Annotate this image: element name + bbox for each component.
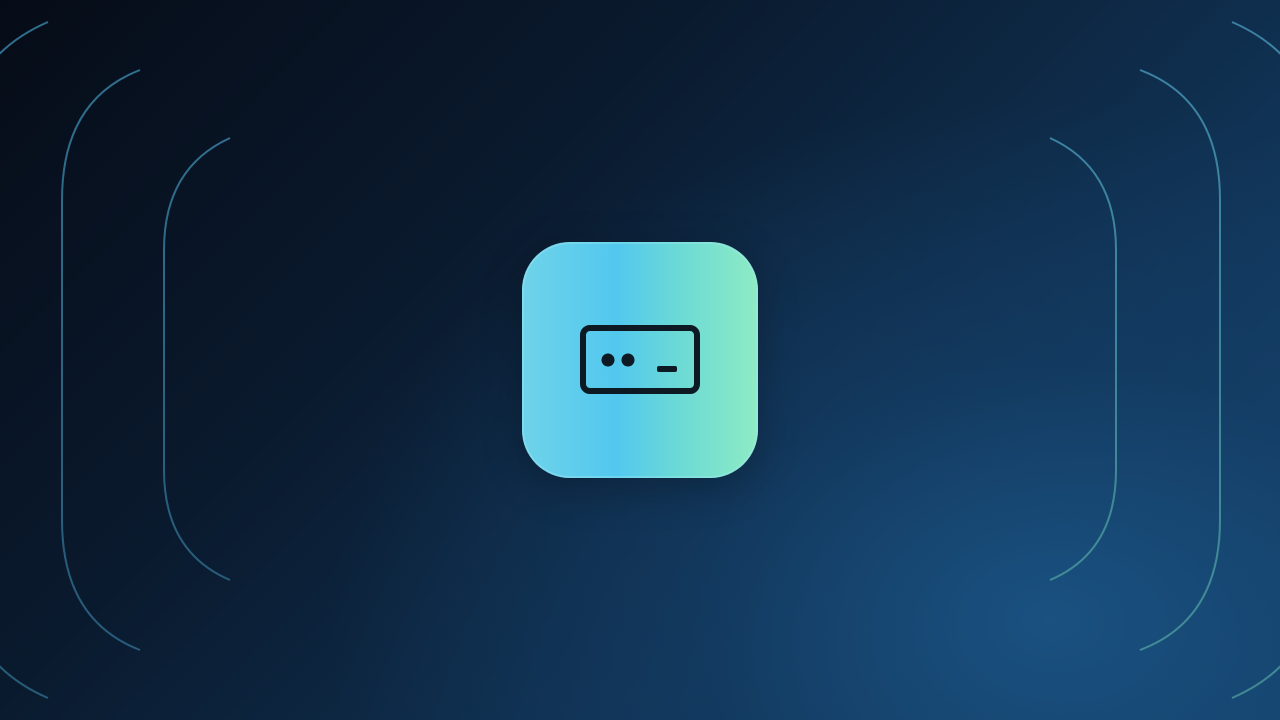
app-icon-tile xyxy=(522,242,758,478)
left-arc-outer xyxy=(0,21,49,699)
password-field-icon xyxy=(580,325,700,394)
left-arc-middle xyxy=(61,69,141,651)
right-arc-outer xyxy=(1231,21,1280,699)
hero-banner xyxy=(0,0,1280,720)
right-arc-inner xyxy=(1049,137,1117,581)
left-arc-inner xyxy=(163,137,231,581)
right-arc-middle xyxy=(1139,69,1221,651)
